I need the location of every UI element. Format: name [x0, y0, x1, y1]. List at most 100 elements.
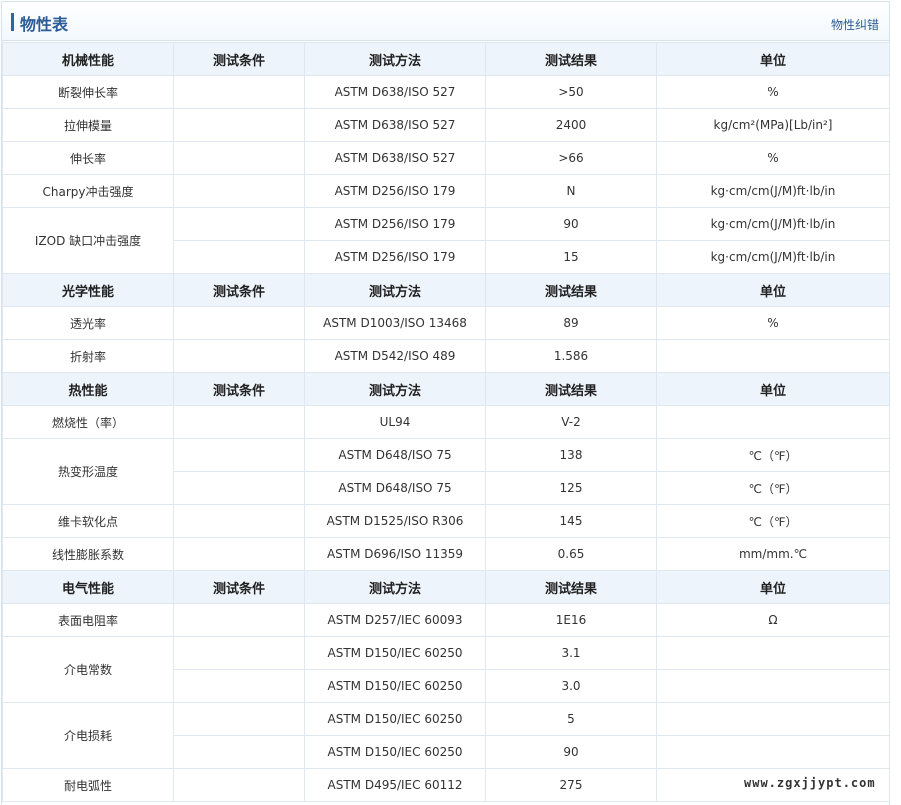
- test-condition-cell: [173, 702, 305, 736]
- property-name: Charpy冲击强度: [2, 174, 174, 208]
- test-result-cell: 3.1: [485, 636, 657, 670]
- test-method-cell: ASTM D150/IEC 60250: [304, 636, 486, 670]
- test-condition-cell: [173, 768, 305, 802]
- unit-cell: [656, 735, 890, 769]
- test-condition-cell: [173, 438, 305, 472]
- test-result-cell: 145: [485, 504, 657, 538]
- unit-cell: mm/mm.℃: [656, 537, 890, 571]
- test-result-cell: 1.586: [485, 339, 657, 373]
- test-method-cell: ASTM D542/ISO 489: [304, 339, 486, 373]
- property-name: 折射率: [2, 339, 174, 373]
- table-row: 表面电阻率 ASTM D257/IEC 60093 1E16 Ω: [2, 603, 890, 637]
- test-condition-cell: [173, 405, 305, 439]
- test-condition-cell: [173, 108, 305, 142]
- report-error-link[interactable]: 物性纠错: [831, 16, 879, 33]
- panel-header: 物性表 物性纠错: [2, 1, 889, 41]
- property-table: 机械性能 测试条件 测试方法 测试结果 单位 断裂伸长率 ASTM D638/ISO 527…: [2, 42, 890, 802]
- test-result-cell: 5: [485, 702, 657, 736]
- column-header: 测试条件: [173, 372, 305, 406]
- unit-cell: [656, 669, 890, 703]
- column-header: 单位: [656, 273, 890, 307]
- test-condition-cell: [173, 240, 305, 274]
- unit-cell: ℃（℉）: [656, 471, 890, 505]
- property-name: 线性膨胀系数: [2, 537, 174, 571]
- test-condition-cell: [173, 504, 305, 538]
- section-header-row: 机械性能 测试条件 测试方法 测试结果 单位: [2, 42, 890, 76]
- property-name: 介电常数: [2, 636, 174, 703]
- column-header: 测试方法: [304, 273, 486, 307]
- test-method-cell: ASTM D648/ISO 75: [304, 471, 486, 505]
- test-method-cell: ASTM D256/ISO 179: [304, 207, 486, 241]
- watermark: www.zgxjjypt.com: [744, 776, 876, 790]
- test-condition-cell: [173, 75, 305, 109]
- test-result-cell: 0.65: [485, 537, 657, 571]
- property-name: IZOD 缺口冲击强度: [2, 207, 174, 274]
- table-row: IZOD 缺口冲击强度 ASTM D256/ISO 179 90 kg·cm/cm(J…: [2, 207, 890, 274]
- property-name: 伸长率: [2, 141, 174, 175]
- unit-cell: [656, 339, 890, 373]
- test-condition-cell: [173, 471, 305, 505]
- section-header-row: 光学性能 测试条件 测试方法 测试结果 单位: [2, 273, 890, 307]
- column-header: 测试条件: [173, 42, 305, 76]
- section-title: 机械性能: [2, 42, 174, 76]
- test-method-cell: ASTM D495/IEC 60112: [304, 768, 486, 802]
- test-condition-cell: [173, 735, 305, 769]
- unit-cell: [656, 405, 890, 439]
- test-result-cell: 89: [485, 306, 657, 340]
- property-name: 维卡软化点: [2, 504, 174, 538]
- property-name: 透光率: [2, 306, 174, 340]
- test-condition-cell: [173, 636, 305, 670]
- property-name: 介电损耗: [2, 702, 174, 769]
- test-result-cell: 15: [485, 240, 657, 274]
- unit-cell: kg·cm/cm(J/M)ft·lb/in: [656, 240, 890, 274]
- test-method-cell: ASTM D150/IEC 60250: [304, 735, 486, 769]
- property-name: 燃烧性（率）: [2, 405, 174, 439]
- table-row: 介电常数 ASTM D150/IEC 60250 3.1: [2, 636, 890, 703]
- test-method-cell: ASTM D150/IEC 60250: [304, 702, 486, 736]
- test-method-cell: ASTM D1003/ISO 13468: [304, 306, 486, 340]
- unit-cell: %: [656, 75, 890, 109]
- table-row: 伸长率 ASTM D638/ISO 527 >66%: [2, 141, 890, 175]
- unit-cell: [656, 702, 890, 736]
- test-condition-cell: [173, 669, 305, 703]
- unit-cell: kg·cm/cm(J/M)ft·lb/in: [656, 207, 890, 241]
- test-result-cell: >50: [485, 75, 657, 109]
- section-title: 电气性能: [2, 570, 174, 604]
- test-method-cell: ASTM D648/ISO 75: [304, 438, 486, 472]
- table-row: 拉伸模量 ASTM D638/ISO 527 2400 kg/cm²(MPa)[Lb/…: [2, 108, 890, 142]
- page-title: 物性表: [20, 15, 69, 34]
- test-method-cell: ASTM D1525/ISO R306: [304, 504, 486, 538]
- test-method-cell: ASTM D696/ISO 11359: [304, 537, 486, 571]
- column-header: 单位: [656, 42, 890, 76]
- column-header: 测试方法: [304, 42, 486, 76]
- table-row: 维卡软化点 ASTM D1525/ISO R306 145 ℃（℉）: [2, 504, 890, 538]
- table-row: 热变形温度 ASTM D648/ISO 75 138 ℃（℉）: [2, 438, 890, 505]
- test-method-cell: ASTM D638/ISO 527: [304, 108, 486, 142]
- table-row: Charpy冲击强度 ASTM D256/ISO 179 Nkg·cm/cm(J/M…: [2, 174, 890, 208]
- test-condition-cell: [173, 603, 305, 637]
- table-row: 透光率 ASTM D1003/ISO 13468 89%: [2, 306, 890, 340]
- test-result-cell: V-2: [485, 405, 657, 439]
- test-result-cell: N: [485, 174, 657, 208]
- property-name: 表面电阻率: [2, 603, 174, 637]
- property-name: 拉伸模量: [2, 108, 174, 142]
- test-method-cell: ASTM D638/ISO 527: [304, 141, 486, 175]
- table-row: 断裂伸长率 ASTM D638/ISO 527 >50%: [2, 75, 890, 109]
- column-header: 测试方法: [304, 372, 486, 406]
- test-method-cell: ASTM D256/ISO 179: [304, 240, 486, 274]
- test-method-cell: UL94: [304, 405, 486, 439]
- unit-cell: kg·cm/cm(J/M)ft·lb/in: [656, 174, 890, 208]
- column-header: 测试结果: [485, 273, 657, 307]
- section-header-row: 热性能 测试条件 测试方法 测试结果 单位: [2, 372, 890, 406]
- test-result-cell: 275: [485, 768, 657, 802]
- column-header: 测试结果: [485, 372, 657, 406]
- property-name: 热变形温度: [2, 438, 174, 505]
- unit-cell: %: [656, 306, 890, 340]
- column-header: 单位: [656, 372, 890, 406]
- test-result-cell: 90: [485, 735, 657, 769]
- table-row: 介电损耗 ASTM D150/IEC 60250 5: [2, 702, 890, 769]
- test-result-cell: 138: [485, 438, 657, 472]
- unit-cell: ℃（℉）: [656, 504, 890, 538]
- column-header: 单位: [656, 570, 890, 604]
- unit-cell: [656, 636, 890, 670]
